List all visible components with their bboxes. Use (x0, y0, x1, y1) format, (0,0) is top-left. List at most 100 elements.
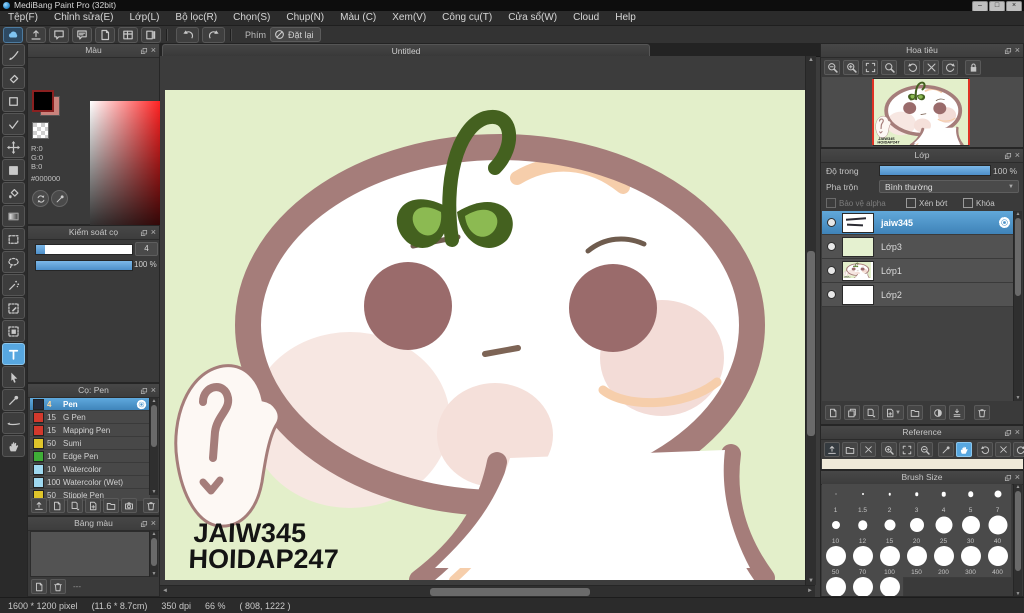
nav-zoom-in-button[interactable] (843, 60, 859, 75)
close-panel-icon[interactable]: × (1015, 428, 1020, 437)
comment-list-button[interactable] (72, 26, 92, 43)
reference-image-strip[interactable] (822, 459, 1023, 469)
brush-size-option[interactable]: 15 (876, 515, 904, 547)
layer-visibility-icon[interactable] (827, 242, 836, 251)
palette-scrollbar[interactable]: ▲ ▼ (149, 531, 158, 577)
eraser-tool[interactable] (2, 67, 25, 89)
panel-layout-button[interactable] (141, 26, 161, 43)
popout-icon[interactable] (140, 229, 148, 237)
brush-row-gpen[interactable]: 15 G Pen (30, 411, 150, 424)
add-brush-button[interactable] (49, 498, 65, 513)
select-eraser-tool[interactable] (2, 320, 25, 342)
ref-eyedropper-button[interactable] (938, 442, 954, 457)
popout-icon[interactable] (1004, 474, 1012, 482)
brush-list-scrollbar[interactable]: ▲ ▼ (149, 398, 158, 495)
brush-size-slider[interactable] (35, 244, 133, 255)
canvas-vscrollbar[interactable]: ▲ ▼ (805, 56, 816, 585)
nav-rotate-left-button[interactable] (904, 60, 920, 75)
brush-camera-button[interactable] (121, 498, 137, 513)
brush-size-option[interactable]: 10 (822, 515, 850, 547)
menu-select[interactable]: Chọn(S) (225, 11, 278, 25)
alpha-lock-checkbox[interactable]: Bảo vệ alpha (826, 198, 886, 208)
brush-size-option[interactable]: 1.5 (849, 484, 877, 516)
nav-reset-view-button[interactable] (923, 60, 939, 75)
close-panel-icon[interactable]: × (1015, 46, 1020, 55)
edit-brush-button[interactable] (85, 498, 101, 513)
marquee-select-tool[interactable] (2, 228, 25, 250)
menu-file[interactable]: Tệp(F) (0, 11, 46, 25)
menu-window[interactable]: Cửa sổ(W) (500, 11, 565, 25)
layer-blend-select[interactable]: Bình thường ▼ (879, 180, 1019, 193)
brush-size-option[interactable]: 2 (876, 484, 904, 516)
delete-layer-button[interactable] (974, 405, 990, 420)
eyedropper-tool[interactable] (2, 389, 25, 411)
layer-row-lop2[interactable]: Lớp2 (822, 283, 1016, 307)
duplicate-layer-button[interactable] (844, 405, 860, 420)
brush-size-option[interactable]: 400 (984, 546, 1012, 578)
text-tool[interactable] (2, 343, 25, 365)
brush-size-option[interactable]: 30 (957, 515, 985, 547)
canvas-artwork[interactable] (165, 90, 805, 580)
close-panel-icon[interactable]: × (1015, 473, 1020, 482)
cloud-sync-button[interactable] (3, 26, 23, 43)
layer-row-lop1[interactable]: Lớp1 (822, 259, 1016, 283)
popout-icon[interactable] (140, 520, 148, 528)
nav-zoom-100-button[interactable] (881, 60, 897, 75)
brush-tool[interactable] (2, 44, 25, 66)
add-brush-menu-button[interactable] (67, 498, 83, 513)
menu-capture[interactable]: Chụp(N) (278, 11, 332, 25)
snap-tool[interactable] (2, 113, 25, 135)
menu-color[interactable]: Màu (C) (332, 11, 384, 25)
nav-lock-button[interactable] (965, 60, 981, 75)
ref-reset-button[interactable] (995, 442, 1011, 457)
popout-icon[interactable] (140, 387, 148, 395)
ref-hand-button[interactable] (956, 442, 972, 457)
ref-zoom-in-button[interactable] (881, 442, 897, 457)
menu-cloud[interactable]: Cloud (565, 11, 607, 25)
brush-size-option[interactable]: 5 (957, 484, 985, 516)
brush-size-option[interactable]: 3 (903, 484, 931, 516)
brush-size-option[interactable]: 700 (849, 577, 877, 596)
brush-size-value[interactable]: 4 (135, 242, 158, 256)
popout-icon[interactable] (1004, 429, 1012, 437)
brush-opacity-slider[interactable] (35, 260, 133, 271)
merge-layer-button[interactable] (949, 405, 965, 420)
layer-visibility-icon[interactable] (827, 266, 836, 275)
foreground-color-swatch[interactable] (32, 90, 54, 112)
brush-size-option[interactable]: 7 (984, 484, 1012, 516)
menu-tools[interactable]: Công cụ(T) (434, 11, 500, 25)
menu-edit[interactable]: Chỉnh sửa(E) (46, 11, 122, 25)
ref-fit-button[interactable] (899, 442, 915, 457)
layer-opacity-slider[interactable] (879, 165, 991, 176)
ref-open-file-button[interactable] (842, 442, 858, 457)
navigator-preview-area[interactable] (822, 77, 1023, 147)
brush-size-option[interactable]: 150 (903, 546, 931, 578)
reset-keys-button[interactable]: Đặt lại (270, 27, 321, 42)
move-tool[interactable] (2, 136, 25, 158)
nav-rotate-right-button[interactable] (942, 60, 958, 75)
undo-button[interactable] (176, 26, 199, 43)
layer-mask-button[interactable] (930, 405, 946, 420)
hand-tool[interactable] (2, 435, 25, 457)
layer-settings-gear-icon[interactable] (998, 216, 1011, 229)
comment-button[interactable] (49, 26, 69, 43)
brush-size-option[interactable]: 200 (930, 546, 958, 578)
close-panel-icon[interactable]: × (151, 519, 156, 528)
navigator-thumbnail[interactable] (872, 79, 970, 145)
brush-row-edge-pen[interactable]: 10 Edge Pen (30, 450, 150, 463)
brush-row-pen[interactable]: 4 Pen (30, 398, 150, 411)
brush-size-option[interactable]: 50 (822, 546, 850, 578)
brush-row-watercolor-wet[interactable]: 100 Watercolor (Wet) (30, 476, 150, 489)
ref-zoom-out-button[interactable] (917, 442, 933, 457)
palette-grid[interactable] (30, 531, 151, 577)
transparent-color-swatch[interactable] (32, 122, 49, 139)
brush-size-option[interactable]: 20 (903, 515, 931, 547)
brush-size-option[interactable]: 1000 (876, 577, 904, 596)
ref-clear-button[interactable] (860, 442, 876, 457)
menu-layer[interactable]: Lớp(L) (122, 11, 168, 25)
layer-row-jaiw345[interactable]: jaiw345 (822, 211, 1016, 235)
brush-size-option[interactable]: 500 (822, 577, 850, 596)
close-panel-icon[interactable]: × (151, 386, 156, 395)
workspace-layout-button[interactable] (118, 26, 138, 43)
popout-icon[interactable] (140, 47, 148, 55)
